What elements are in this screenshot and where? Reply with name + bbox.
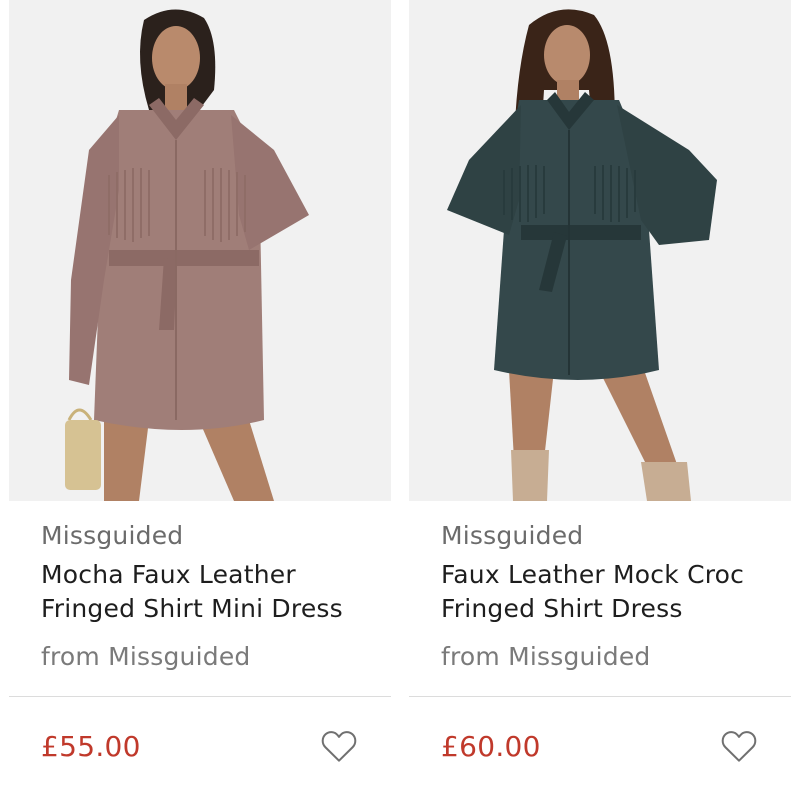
divider xyxy=(409,696,791,697)
product-photo xyxy=(409,0,791,501)
product-title[interactable]: Faux Leather Mock Croc Fringed Shirt Dre… xyxy=(441,558,786,626)
retailer-source: from Missguided xyxy=(41,642,251,671)
product-title[interactable]: Mocha Faux Leather Fringed Shirt Mini Dr… xyxy=(41,558,386,626)
product-title-line: Faux Leather Mock Croc xyxy=(441,560,745,589)
heart-icon xyxy=(721,731,757,762)
product-grid: Missguided Mocha Faux Leather Fringed Sh… xyxy=(0,0,799,800)
heart-icon xyxy=(321,731,357,762)
product-price: £55.00 xyxy=(41,730,141,763)
wishlist-button[interactable] xyxy=(719,726,759,766)
product-price: £60.00 xyxy=(441,730,541,763)
product-title-line: Fringed Shirt Mini Dress xyxy=(41,594,343,623)
brand-name: Missguided xyxy=(441,521,584,550)
product-image[interactable] xyxy=(409,0,791,501)
product-title-line: Mocha Faux Leather xyxy=(41,560,296,589)
divider xyxy=(9,696,391,697)
brand-name: Missguided xyxy=(41,521,184,550)
product-card[interactable]: Missguided Mocha Faux Leather Fringed Sh… xyxy=(9,0,391,800)
product-image[interactable] xyxy=(9,0,391,501)
product-card[interactable]: Missguided Faux Leather Mock Croc Fringe… xyxy=(409,0,791,800)
product-title-line: Fringed Shirt Dress xyxy=(441,594,683,623)
retailer-source: from Missguided xyxy=(441,642,651,671)
product-photo xyxy=(9,0,391,501)
wishlist-button[interactable] xyxy=(319,726,359,766)
